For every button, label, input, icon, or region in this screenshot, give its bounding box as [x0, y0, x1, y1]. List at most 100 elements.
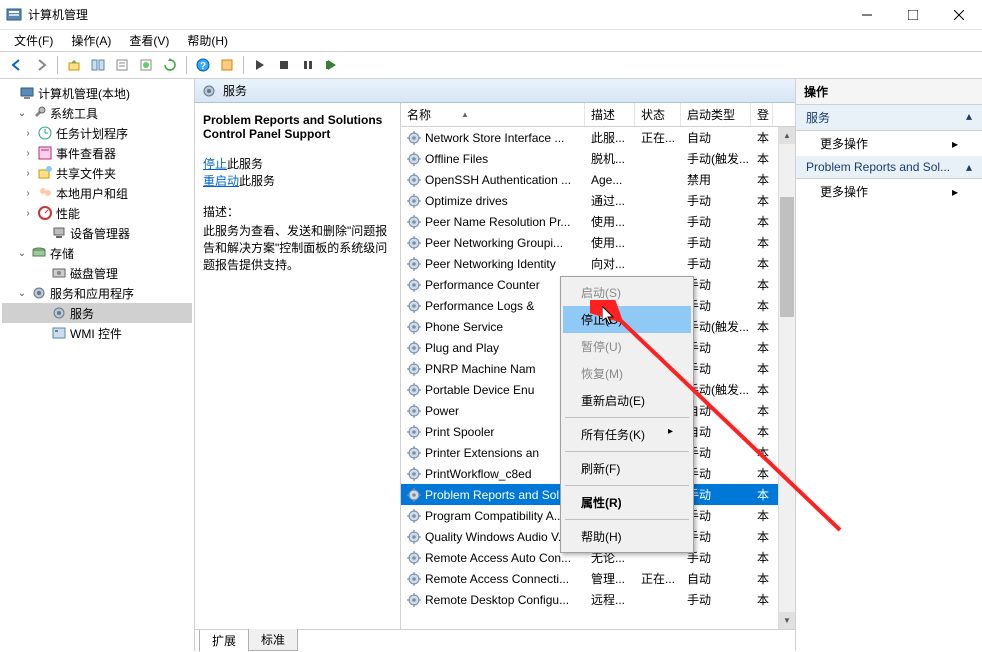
restart-link[interactable]: 重启动 — [203, 174, 239, 188]
tree-item[interactable]: ⌄服务和应用程序 — [2, 283, 192, 303]
restart-service-button[interactable] — [321, 54, 343, 76]
tree-node-icon — [51, 325, 67, 341]
tree-item[interactable]: WMI 控件 — [2, 323, 192, 343]
tab-extended[interactable]: 扩展 — [199, 630, 249, 652]
header-logon[interactable]: 登 — [751, 103, 773, 126]
up-button[interactable] — [63, 54, 85, 76]
maximize-button[interactable] — [890, 0, 936, 30]
close-button[interactable] — [936, 0, 982, 30]
header-desc[interactable]: 描述 — [585, 103, 635, 126]
toolbar-separator — [57, 56, 58, 74]
expander-icon[interactable]: › — [22, 187, 34, 199]
tree-item[interactable]: 设备管理器 — [2, 223, 192, 243]
forward-button[interactable] — [30, 54, 52, 76]
expander-icon[interactable]: ⌄ — [16, 107, 28, 119]
service-row[interactable]: Offline Files脱机...手动(触发...本 — [401, 148, 795, 169]
scroll-down-button[interactable]: ▼ — [779, 612, 795, 629]
pause-service-button[interactable] — [297, 54, 319, 76]
refresh-button[interactable] — [159, 54, 181, 76]
minimize-button[interactable] — [844, 0, 890, 30]
expander-icon[interactable] — [36, 267, 48, 279]
tab-standard[interactable]: 标准 — [248, 629, 298, 651]
tree-root[interactable]: 计算机管理(本地) — [2, 83, 192, 103]
action-more-1[interactable]: 更多操作▸ — [796, 131, 982, 156]
service-row[interactable]: Peer Name Resolution Pr...使用...手动本 — [401, 211, 795, 232]
cell-logon: 本 — [751, 360, 773, 377]
cell-desc: 远程... — [585, 591, 635, 608]
service-row[interactable]: Peer Networking Groupi...使用...手动本 — [401, 232, 795, 253]
computer-icon — [19, 85, 35, 101]
tree-item[interactable]: ›共享文件夹 — [2, 163, 192, 183]
menu-action[interactable]: 操作(A) — [63, 30, 119, 51]
expander-icon[interactable] — [36, 227, 48, 239]
expander-icon[interactable] — [4, 87, 16, 99]
menu-file[interactable]: 文件(F) — [6, 30, 61, 51]
context-item[interactable]: 重新启动(E) — [563, 387, 691, 414]
cell-startup: 禁用 — [681, 171, 751, 188]
menu-view[interactable]: 查看(V) — [121, 30, 177, 51]
cell-logon: 本 — [751, 171, 773, 188]
cell-logon: 本 — [751, 402, 773, 419]
window-controls — [844, 0, 982, 30]
expander-icon[interactable]: ⌄ — [16, 287, 28, 299]
context-item[interactable]: 刷新(F) — [563, 455, 691, 482]
context-item[interactable]: 所有任务(K) — [563, 421, 691, 448]
show-hide-button[interactable] — [87, 54, 109, 76]
cell-name: Performance Logs & — [401, 299, 585, 313]
tree-item[interactable]: ›事件查看器 — [2, 143, 192, 163]
expander-icon[interactable]: › — [22, 167, 34, 179]
tree-label: 本地用户和组 — [56, 185, 128, 202]
tree-item[interactable]: › 本地用户和组 — [2, 183, 192, 203]
service-row[interactable]: Remote Desktop Configu...远程...手动本 — [401, 589, 795, 610]
cell-logon: 本 — [751, 381, 773, 398]
export-button[interactable] — [135, 54, 157, 76]
service-row[interactable]: Remote Access Connecti...管理...正在...自动本 — [401, 568, 795, 589]
start-service-button[interactable] — [249, 54, 271, 76]
action-group-selected[interactable]: Problem Reports and Sol...▴ — [796, 156, 982, 179]
cell-logon: 本 — [751, 486, 773, 503]
actions-pane: 操作 服务▴ 更多操作▸ Problem Reports and Sol...▴… — [796, 79, 982, 651]
help-button[interactable]: ? — [192, 54, 214, 76]
menu-help[interactable]: 帮助(H) — [179, 30, 236, 51]
service-row[interactable]: OpenSSH Authentication ...Age...禁用本 — [401, 169, 795, 190]
header-name[interactable]: 名称▲ — [401, 103, 585, 126]
tree-item[interactable]: ⌄系统工具 — [2, 103, 192, 123]
cell-desc: Age... — [585, 173, 635, 187]
cell-logon: 本 — [751, 444, 773, 461]
tree-item[interactable]: ›性能 — [2, 203, 192, 223]
context-item[interactable]: 停止(O) — [563, 306, 691, 333]
context-item[interactable]: 属性(R) — [563, 489, 691, 516]
expander-icon[interactable]: › — [22, 147, 34, 159]
service-row[interactable]: Optimize drives通过...手动本 — [401, 190, 795, 211]
tree-item[interactable]: ›任务计划程序 — [2, 123, 192, 143]
header-startup[interactable]: 启动类型 — [681, 103, 751, 126]
action-group-services[interactable]: 服务▴ — [796, 105, 982, 131]
expander-icon[interactable]: › — [22, 127, 34, 139]
tree-item[interactable]: ⌄存储 — [2, 243, 192, 263]
stop-service-button[interactable] — [273, 54, 295, 76]
stop-link[interactable]: 停止 — [203, 157, 227, 171]
cell-logon: 本 — [751, 507, 773, 524]
action-more-2[interactable]: 更多操作▸ — [796, 179, 982, 204]
scroll-thumb[interactable] — [780, 197, 794, 317]
services-header-label: 服务 — [223, 82, 247, 99]
context-item[interactable]: 帮助(H) — [563, 523, 691, 550]
header-status[interactable]: 状态 — [635, 103, 681, 126]
expander-icon[interactable]: ⌄ — [16, 247, 28, 259]
cell-name: PNRP Machine Nam — [401, 362, 585, 376]
back-button[interactable] — [6, 54, 28, 76]
service-row[interactable]: Peer Networking Identity向对...手动本 — [401, 253, 795, 274]
service-row[interactable]: Network Store Interface ...此服...正在...自动本 — [401, 127, 795, 148]
properties-button[interactable] — [111, 54, 133, 76]
expander-icon[interactable] — [36, 327, 48, 339]
tree-node-icon — [31, 105, 47, 121]
cell-logon: 本 — [751, 255, 773, 272]
expander-icon[interactable]: › — [22, 207, 34, 219]
scroll-up-button[interactable]: ▲ — [779, 127, 795, 144]
expander-icon[interactable] — [36, 307, 48, 319]
cell-name: Optimize drives — [401, 194, 585, 208]
filter-button[interactable] — [216, 54, 238, 76]
tree-item[interactable]: 服务 — [2, 303, 192, 323]
tree-item[interactable]: 磁盘管理 — [2, 263, 192, 283]
vertical-scrollbar[interactable]: ▲ ▼ — [778, 127, 795, 629]
